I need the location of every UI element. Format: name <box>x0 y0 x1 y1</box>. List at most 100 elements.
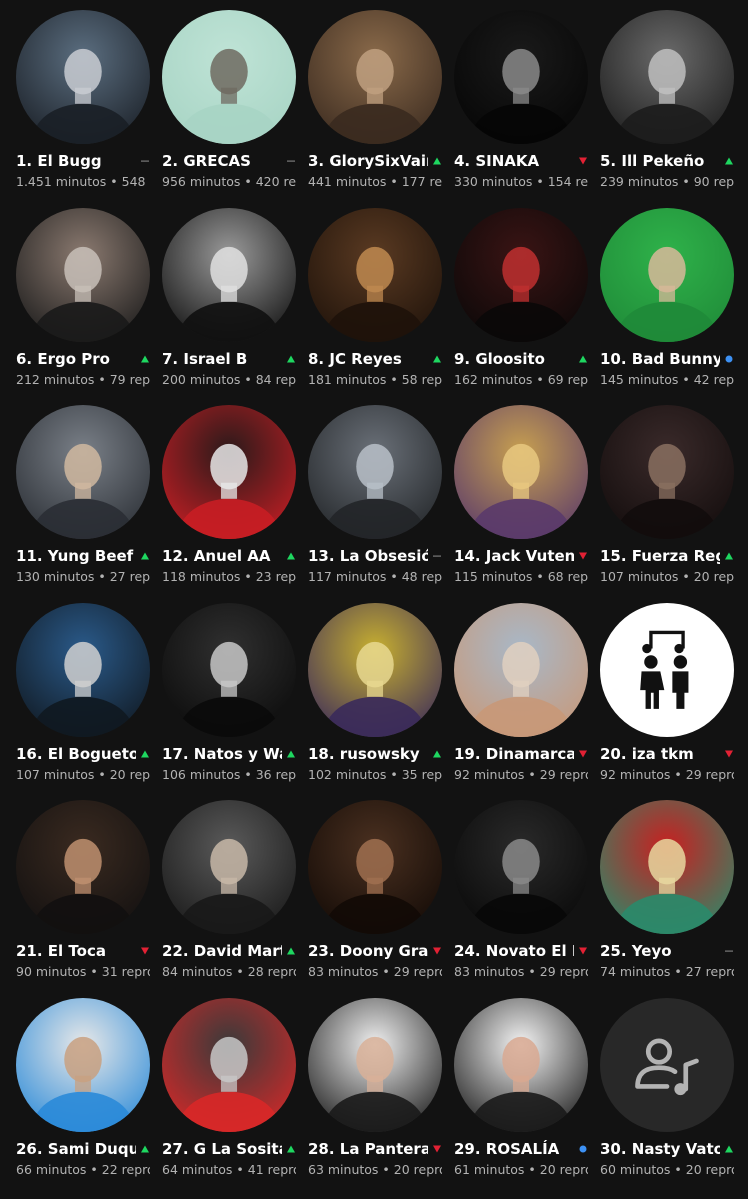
artist-photo[interactable] <box>162 997 296 1132</box>
artist-name[interactable]: 13. La Obsesión <box>308 546 428 566</box>
artist-photo[interactable] <box>308 997 442 1132</box>
artist-stats: 1.451 minutos • 548 reproducciones <box>16 174 150 189</box>
artist-name[interactable]: 22. David Martínez <box>162 941 282 961</box>
artist-name[interactable]: 18. rusowsky <box>308 744 428 764</box>
artist-photo[interactable] <box>308 800 442 934</box>
artist-name[interactable]: 28. La Pantera <box>308 1139 428 1159</box>
artist-name[interactable]: 30. Nasty Vato <box>600 1139 720 1159</box>
artist-name[interactable]: 9. Gloosito <box>454 349 574 369</box>
artist-photo[interactable] <box>600 800 734 934</box>
trend-same-icon <box>140 156 150 166</box>
artist-stats: 330 minutos • 154 reproducciones <box>454 174 588 189</box>
artist-photo[interactable] <box>600 405 734 539</box>
artist-photo[interactable] <box>308 602 442 737</box>
artist-card[interactable]: 1. El Bugg 1.451 minutos • 548 reproducci… <box>14 8 160 205</box>
couple-music-icon[interactable] <box>600 602 734 737</box>
artist-photo[interactable] <box>600 10 734 144</box>
artist-photo[interactable] <box>308 405 442 539</box>
artist-name[interactable]: 17. Natos y Waor <box>162 744 282 764</box>
artist-name[interactable]: 3. GlorySixVain <box>308 151 428 171</box>
artist-card[interactable]: 6. Ergo Pro 212 minutos • 79 reproduccion… <box>14 206 160 403</box>
artist-name[interactable]: 12. Anuel AA <box>162 546 282 566</box>
artist-name[interactable]: 10. Bad Bunny <box>600 349 720 369</box>
artist-card[interactable]: 3. GlorySixVain 441 minutos • 177 reprodu… <box>306 8 452 205</box>
artist-card[interactable]: 28. La Pantera 63 minutos • 20 reproducci… <box>306 996 452 1193</box>
artist-photo[interactable] <box>162 10 296 144</box>
artist-name[interactable]: 29. ROSALÍA <box>454 1139 574 1159</box>
artist-card[interactable]: 10. Bad Bunny 145 minutos • 42 reproducci… <box>598 206 744 403</box>
artist-name[interactable]: 4. SINAKA <box>454 151 574 171</box>
artist-name[interactable]: 24. Novato El Kid <box>454 941 574 961</box>
artist-photo[interactable] <box>16 997 150 1132</box>
artist-photo[interactable] <box>454 997 588 1132</box>
artist-photo[interactable] <box>308 207 442 342</box>
artist-card[interactable]: 23. Doony Grace 83 minutos • 29 reproducc… <box>306 798 452 995</box>
artist-stats: 102 minutos • 35 reproducciones <box>308 766 442 782</box>
artist-name[interactable]: 25. Yeyo <box>600 941 720 961</box>
artist-card[interactable]: 12. Anuel AA 118 minutos • 23 reproduccio… <box>160 403 306 600</box>
artist-card[interactable]: 24. Novato El Kid 83 minutos • 29 reprodu… <box>452 798 598 995</box>
artist-card[interactable]: 5. Ill Pekeño 239 minutos • 90 reproducci… <box>598 8 744 205</box>
artist-card[interactable]: 2. GRECAS 956 minutos • 420 reproduccione… <box>160 8 306 205</box>
artist-name[interactable]: 2. GRECAS <box>162 151 282 171</box>
trend-down-icon <box>140 946 150 956</box>
artist-name[interactable]: 21. El Toca <box>16 941 136 961</box>
artist-card[interactable]: 15. Fuerza Regida 107 minutos • 20 reprod… <box>598 403 744 600</box>
artist-photo[interactable] <box>16 800 150 934</box>
artist-card[interactable]: 25. Yeyo 74 minutos • 27 reproducciones <box>598 798 744 995</box>
artist-photo[interactable] <box>162 602 296 737</box>
artist-card[interactable]: 16. El Bogueto 107 minutos • 20 reproducc… <box>14 601 160 798</box>
artist-name[interactable]: 19. Dinamarca <box>454 744 574 764</box>
artist-card[interactable]: 11. Yung Beef 130 minutos • 27 reproducci… <box>14 403 160 600</box>
artist-name[interactable]: 20. iza tkm <box>600 744 720 764</box>
artist-photo[interactable] <box>454 207 588 342</box>
artist-stats: 115 minutos • 68 reproducciones <box>454 569 588 584</box>
artist-card[interactable]: 26. Sami Duque 66 minutos • 22 reproducci… <box>14 996 160 1193</box>
artist-photo[interactable] <box>308 10 442 144</box>
trend-new-icon <box>578 1144 588 1154</box>
artist-card[interactable]: 30. Nasty Vato 60 minutos • 20 reproducci… <box>598 996 744 1193</box>
artist-photo[interactable] <box>454 800 588 934</box>
artist-card[interactable]: 27. G La Sosita 64 minutos • 41 reproducc… <box>160 996 306 1193</box>
artist-name[interactable]: 1. El Bugg <box>16 151 136 171</box>
artist-name[interactable]: 6. Ergo Pro <box>16 349 136 369</box>
artist-card[interactable]: 29. ROSALÍA 61 minutos • 20 reproduccione… <box>452 996 598 1193</box>
artist-photo[interactable] <box>16 602 150 737</box>
trend-down-icon <box>432 946 442 956</box>
artist-name[interactable]: 26. Sami Duque <box>16 1139 136 1159</box>
artist-stats: 118 minutos • 23 reproducciones <box>162 569 296 584</box>
trend-up-icon <box>724 551 734 561</box>
artist-photo[interactable] <box>454 602 588 737</box>
artist-card[interactable]: 8. JC Reyes 181 minutos • 58 reproduccion… <box>306 206 452 403</box>
artist-card[interactable]: 13. La Obsesión 117 minutos • 48 reproduc… <box>306 403 452 600</box>
artist-card[interactable]: 17. Natos y Waor 106 minutos • 36 reprodu… <box>160 601 306 798</box>
artist-card[interactable]: 4. SINAKA 330 minutos • 154 reproduccione… <box>452 8 598 205</box>
artist-name[interactable]: 16. El Bogueto <box>16 744 136 764</box>
artist-photo[interactable] <box>16 405 150 539</box>
artist-card[interactable]: 7. Israel B 200 minutos • 84 reproduccion… <box>160 206 306 403</box>
artist-card[interactable]: 18. rusowsky 102 minutos • 35 reproduccio… <box>306 601 452 798</box>
artist-name[interactable]: 14. Jack Vuten <box>454 546 574 566</box>
artist-photo[interactable] <box>16 10 150 144</box>
artist-name[interactable]: 27. G La Sosita <box>162 1139 282 1159</box>
artist-photo[interactable] <box>162 800 296 934</box>
artist-photo[interactable] <box>600 207 734 342</box>
artist-name[interactable]: 7. Israel B <box>162 349 282 369</box>
artist-name[interactable]: 15. Fuerza Regida <box>600 546 720 566</box>
artist-photo[interactable] <box>16 207 150 342</box>
artist-name[interactable]: 5. Ill Pekeño <box>600 151 720 171</box>
artist-card[interactable]: 21. El Toca 90 minutos • 31 reproduccione… <box>14 798 160 995</box>
artist-photo[interactable] <box>454 405 588 539</box>
artist-photo[interactable] <box>454 10 588 144</box>
artist-name[interactable]: 23. Doony Grace <box>308 941 428 961</box>
artist-card[interactable]: 22. David Martínez 84 minutos • 28 reprod… <box>160 798 306 995</box>
artist-photo[interactable] <box>162 405 296 539</box>
artist-card[interactable]: 14. Jack Vuten 115 minutos • 68 reproducc… <box>452 403 598 600</box>
artist-card[interactable]: 9. Gloosito 162 minutos • 69 reproduccion… <box>452 206 598 403</box>
artist-photo[interactable] <box>162 207 296 342</box>
artist-name[interactable]: 11. Yung Beef <box>16 546 136 566</box>
artist-card[interactable]: 19. Dinamarca 92 minutos • 29 reproduccio… <box>452 601 598 798</box>
artist-card[interactable]: 20. iza tkm 92 minutos • 29 reproduccione… <box>598 601 744 798</box>
artist-name[interactable]: 8. JC Reyes <box>308 349 428 369</box>
artist-placeholder-icon[interactable] <box>600 997 734 1132</box>
